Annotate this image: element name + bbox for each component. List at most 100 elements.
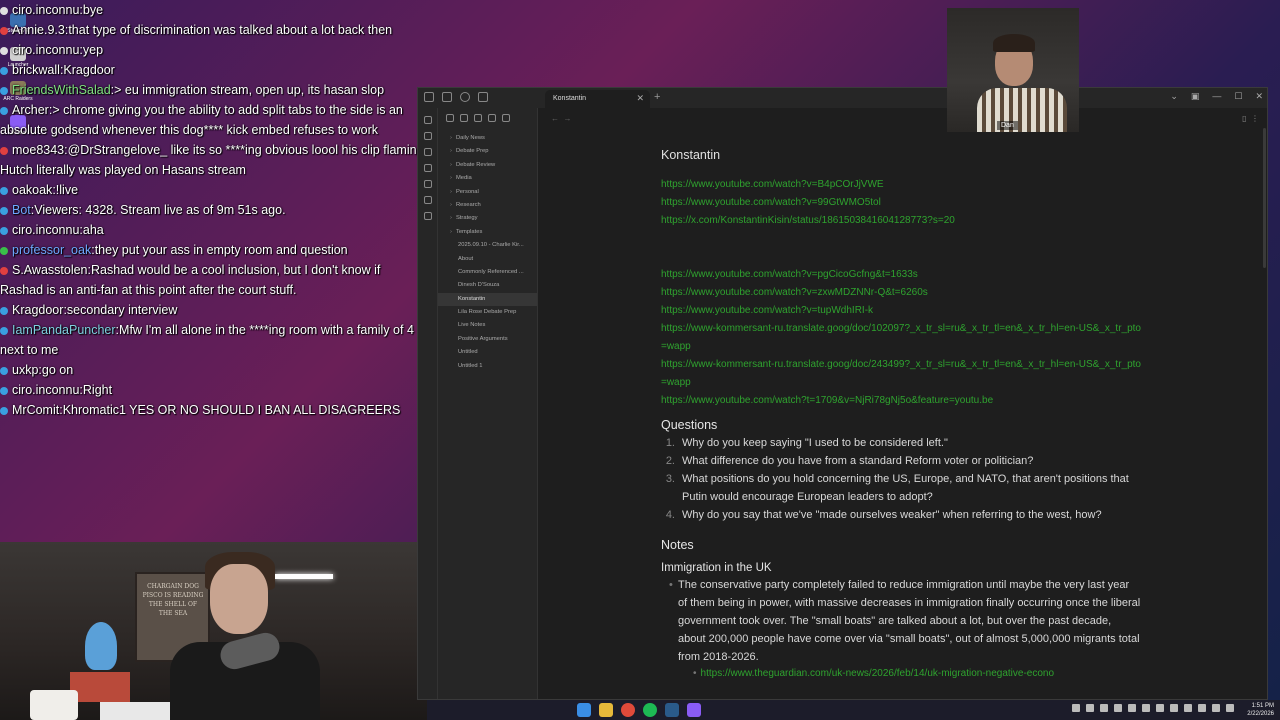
chat-username[interactable]: Archer <box>12 103 49 117</box>
chat-username[interactable]: ciro.inconnu <box>12 223 79 237</box>
sidebar-folder[interactable]: Research <box>438 199 537 212</box>
tray-icon[interactable] <box>1198 704 1206 712</box>
sort-icon[interactable] <box>474 114 482 122</box>
sidebar-folder[interactable]: Debate Prep <box>438 145 537 158</box>
chat-username[interactable]: ciro.inconnu <box>12 3 79 17</box>
volume-icon[interactable] <box>1226 704 1234 712</box>
sidebar-file[interactable]: Live Notes <box>438 319 537 332</box>
sidebar-folder[interactable]: Strategy <box>438 212 537 225</box>
note-link[interactable]: https://www-kommersant-ru.translate.goog… <box>661 320 1141 356</box>
steam-icon[interactable] <box>665 703 679 717</box>
sidebar-file[interactable]: Dinesh D'Souza <box>438 279 537 292</box>
sidebar-folder[interactable]: Personal <box>438 186 537 199</box>
chat-username[interactable]: moe8343 <box>12 143 64 157</box>
clock-date: 2/22/2026 <box>1247 711 1274 717</box>
tab-konstantin[interactable]: Konstantin ✕ <box>545 90 650 108</box>
sidebar-file[interactable]: Untitled <box>438 346 537 359</box>
chevron-down-icon[interactable]: ⌄ <box>1170 91 1178 102</box>
chat-username[interactable]: Kragdoor <box>12 303 63 317</box>
questions-heading: Questions <box>661 418 718 432</box>
tray-icon[interactable] <box>1184 704 1192 712</box>
sidebar-file[interactable]: Commonly Referenced ... <box>438 266 537 279</box>
clock-time: 1:51 PM <box>1251 703 1274 709</box>
chat-message: professor_oak:they put your ass in empty… <box>0 240 428 260</box>
new-note-icon[interactable] <box>446 114 454 122</box>
chat-username[interactable]: MrComit <box>12 403 59 417</box>
chat-username[interactable]: IamPandaPuncher <box>12 323 116 337</box>
close-icon[interactable]: ✕ <box>1255 91 1263 102</box>
file-explorer-icon[interactable] <box>599 703 613 717</box>
note-link[interactable]: https://www.youtube.com/watch?t=1709&v=N… <box>661 392 1141 410</box>
search-icon[interactable] <box>460 92 470 102</box>
system-tray <box>1072 704 1234 712</box>
chat-username[interactable]: ciro.inconnu <box>12 43 79 57</box>
sidebar-toggle-icon[interactable] <box>424 92 434 102</box>
bookmark-icon[interactable] <box>478 92 488 102</box>
chat-username[interactable]: FriendsWithSalad <box>12 83 111 97</box>
obsidian-icon[interactable] <box>687 703 701 717</box>
sidebar-folder[interactable]: Templates <box>438 226 537 239</box>
chat-message: ciro.inconnu:aha <box>0 220 428 240</box>
guardian-link[interactable]: https://www.theguardian.com/uk-news/2026… <box>701 668 1055 679</box>
terminal-icon[interactable] <box>424 196 432 204</box>
sidebar-file[interactable]: 2025.09.10 - Charlie Kir... <box>438 239 537 252</box>
sidebar-folder[interactable]: Media <box>438 172 537 185</box>
tray-icon[interactable] <box>1170 704 1178 712</box>
tray-icon[interactable] <box>1086 704 1094 712</box>
sidebar-file[interactable]: Konstantin <box>438 292 537 307</box>
chat-username[interactable]: professor_oak <box>12 243 91 257</box>
canvas-icon[interactable] <box>424 148 432 156</box>
chat-username[interactable]: oakoak <box>12 183 52 197</box>
tray-icon[interactable] <box>1114 704 1122 712</box>
chalkboard-text: CHARGAIN DOG PISCO IS READING THE SHELL … <box>142 583 204 617</box>
chat-username[interactable]: Bot <box>12 203 31 217</box>
split-icon[interactable]: ▣ <box>1191 91 1200 102</box>
sidebar-folder[interactable]: Daily News <box>438 132 537 145</box>
sidebar-file[interactable]: About <box>438 253 537 266</box>
templates-icon[interactable] <box>424 180 432 188</box>
chat-username[interactable]: brickwall <box>12 63 60 77</box>
chat-username[interactable]: uxkp <box>12 363 38 377</box>
collapse-icon[interactable] <box>488 114 496 122</box>
clock[interactable]: 1:51 PM 2/22/2026 <box>1247 702 1274 718</box>
calendar-icon[interactable] <box>424 164 432 172</box>
sidebar-file[interactable]: Positive Arguments <box>438 333 537 346</box>
note-link[interactable]: https://www.youtube.com/watch?v=zxwMDZNN… <box>661 284 1141 302</box>
sub-list-item[interactable]: • https://www.theguardian.com/uk-news/202… <box>661 666 1141 682</box>
files-icon[interactable] <box>442 92 452 102</box>
tab-close-icon[interactable]: ✕ <box>636 93 644 104</box>
new-tab-icon[interactable]: + <box>654 91 660 103</box>
sidebar-file[interactable]: Untitled 1 <box>438 360 537 373</box>
graph-icon[interactable] <box>424 132 432 140</box>
new-folder-icon[interactable] <box>460 114 468 122</box>
scrollbar[interactable] <box>1263 128 1266 268</box>
close-all-icon[interactable] <box>502 114 510 122</box>
note-link[interactable]: https://www.youtube.com/watch?v=pgCicoGc… <box>661 266 1141 284</box>
tray-icon[interactable] <box>1142 704 1150 712</box>
publish-icon[interactable] <box>424 212 432 220</box>
wifi-icon[interactable] <box>1212 704 1220 712</box>
tray-icon[interactable] <box>1100 704 1108 712</box>
reading-view-icon[interactable]: ▯ ⋮ <box>1242 114 1259 123</box>
tray-icon[interactable] <box>1072 704 1080 712</box>
nav-arrows[interactable]: ← → <box>551 114 571 123</box>
windows-start-icon[interactable] <box>577 703 591 717</box>
tray-icon[interactable] <box>1156 704 1164 712</box>
note-link[interactable]: https://www.youtube.com/watch?v=B4pCOrJj… <box>661 176 1141 194</box>
tray-icon[interactable] <box>1128 704 1136 712</box>
note-link[interactable]: https://www.youtube.com/watch?v=99GtWMO5… <box>661 194 1141 212</box>
sidebar-file[interactable]: Lila Rose Debate Prep <box>438 306 537 319</box>
note-link[interactable]: https://x.com/KonstantinKisin/status/186… <box>661 212 1141 230</box>
note-link[interactable]: https://www.youtube.com/watch?v=tupWdhIR… <box>661 302 1141 320</box>
spotify-icon[interactable] <box>643 703 657 717</box>
open-icon[interactable] <box>424 116 432 124</box>
chrome-icon[interactable] <box>621 703 635 717</box>
note-link[interactable]: https://www-kommersant-ru.translate.goog… <box>661 356 1141 392</box>
chat-username[interactable]: S.Awasstolen <box>12 263 88 277</box>
chat-username[interactable]: Annie.9.3 <box>12 23 65 37</box>
user-badge-icon <box>0 206 8 215</box>
chat-username[interactable]: ciro.inconnu <box>12 383 79 397</box>
sidebar-folder[interactable]: Debate Review <box>438 159 537 172</box>
maximize-icon[interactable]: ☐ <box>1234 91 1242 102</box>
minimize-icon[interactable]: — <box>1212 91 1221 102</box>
